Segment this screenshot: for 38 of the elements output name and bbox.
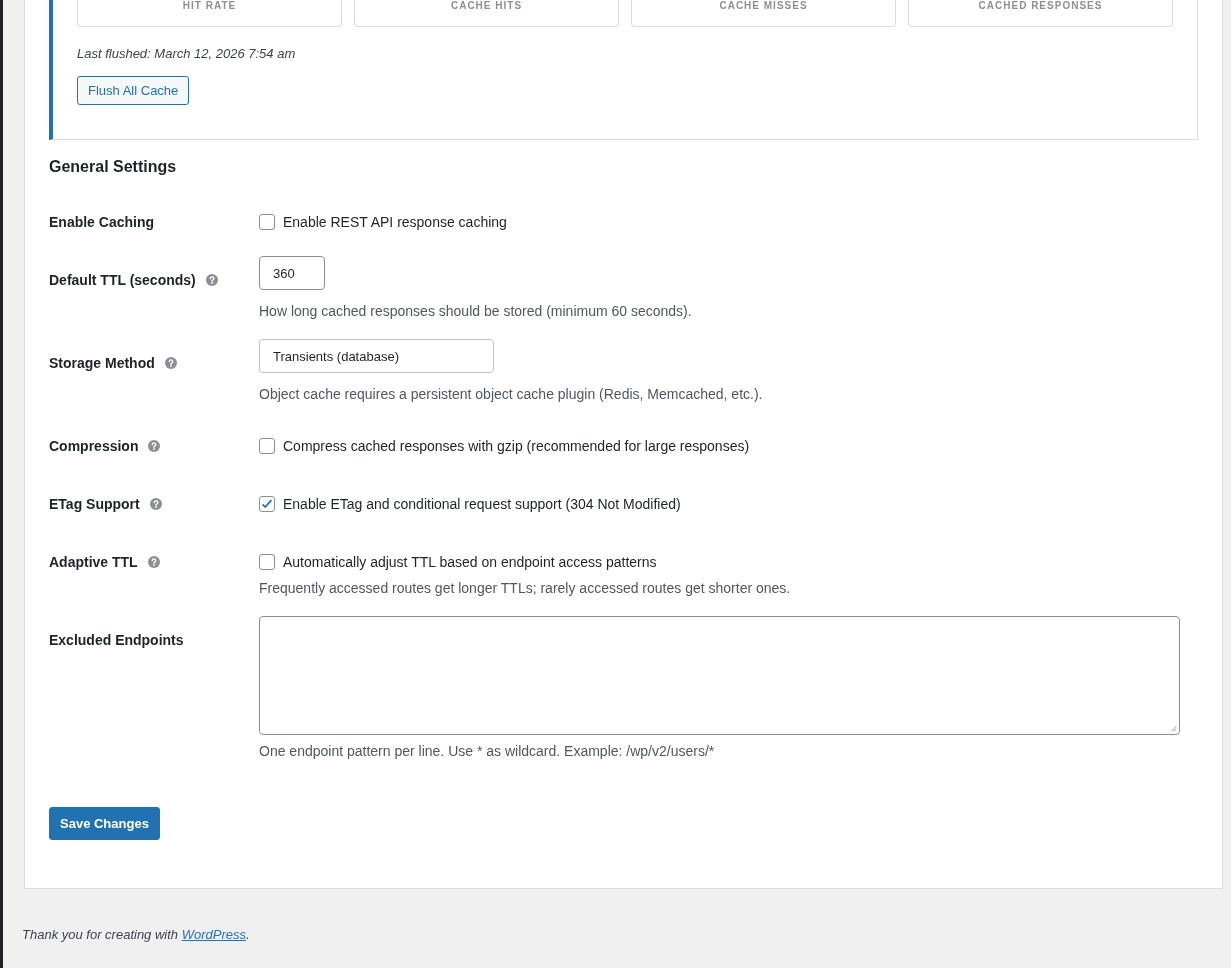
stat-label: CACHE MISSES [719,0,808,12]
setting-label: ETag Support [49,495,140,514]
last-flushed-text: Last flushed: March 12, 2026 7:54 am [77,46,297,61]
field-description: How long cached responses should be stored (minimum 60 seconds). [259,303,693,319]
checkbox[interactable] [259,214,275,230]
help-icon[interactable] [148,440,161,452]
help-icon[interactable] [164,357,177,369]
checkbox[interactable] [259,438,275,454]
checkbox-label[interactable]: Compress cached responses with gzip (recommended for large responses) [283,438,750,454]
storage-select[interactable]: Transients (database) [259,339,494,373]
field-description: Object cache requires a persistent object cache plugin (Redis, Memcached, etc.). [259,386,764,402]
help-icon[interactable] [149,498,162,510]
number-input[interactable]: 360 [259,256,325,290]
checkbox[interactable] [259,554,275,570]
setting-label: Storage Method [49,354,155,373]
textarea-field[interactable] [259,616,1180,735]
resize-grip-icon[interactable] [1169,724,1177,732]
section-title: General Settings [49,158,178,176]
help-icon[interactable] [205,274,218,286]
stat-label: CACHE HITS [450,0,523,12]
setting-label: Excluded Endpoints [49,631,184,650]
wordpress-link[interactable]: WordPress [181,927,246,942]
footer-text: Thank you for creating with WordPress. [22,927,251,942]
setting-label: Adaptive TTL [49,553,138,572]
setting-label: Default TTL (seconds) [49,271,196,290]
setting-label: Compression [49,437,139,456]
save-changes-button[interactable]: Save Changes [49,807,160,840]
field-description: Frequently accessed routes get longer TTLs; rarely accessed routes get shorter ones. [259,580,792,596]
field-description: One endpoint pattern per line. Use * as wildcard. Example: /wp/v2/users/* [259,743,716,759]
help-icon[interactable] [147,556,160,568]
setting-label: Enable Caching [49,213,155,232]
flush-cache-button[interactable]: Flush All Cache [77,76,190,105]
checkbox-label[interactable]: Enable ETag and conditional request support (304 Not Modified) [283,496,681,512]
stat-label: CACHED RESPONSES [978,0,1103,12]
checkbox[interactable] [259,496,275,512]
checkbox-label[interactable]: Enable REST API response caching [283,214,507,230]
stat-label: HIT RATE [182,0,237,12]
checkbox-label[interactable]: Automatically adjust TTL based on endpoint access patterns [283,554,657,570]
